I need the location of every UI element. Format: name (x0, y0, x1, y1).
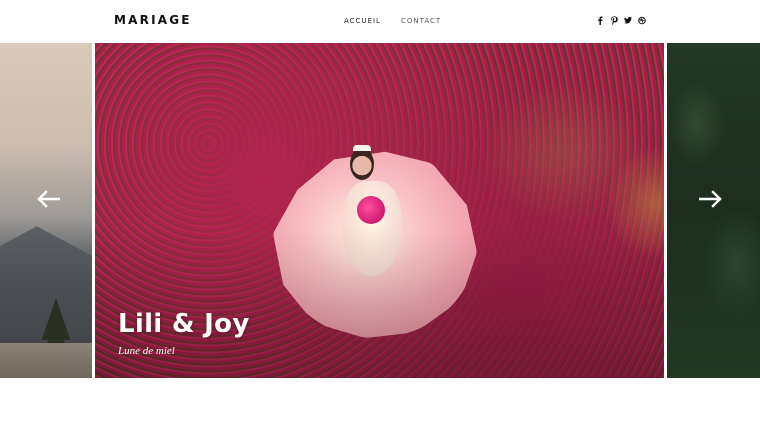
tiara-shape (353, 145, 371, 151)
main-nav: ACCUEIL CONTACT (344, 17, 441, 25)
arrow-left-icon[interactable] (36, 190, 60, 208)
nav-link-accueil[interactable]: ACCUEIL (344, 17, 381, 25)
hero-slider: Lili & Joy Lune de miel (0, 43, 760, 378)
twitter-icon[interactable] (624, 15, 632, 25)
nav-link-contact[interactable]: CONTACT (401, 17, 441, 25)
slide-next-preview[interactable] (667, 43, 760, 378)
slide-title[interactable]: Lili & Joy (118, 309, 250, 339)
pinterest-icon[interactable] (610, 15, 618, 25)
bouquet-shape (357, 196, 385, 224)
slide-previous-preview[interactable] (0, 43, 92, 378)
slide-caption: Lili & Joy Lune de miel (118, 309, 250, 357)
bride-head-shape (350, 148, 374, 180)
facebook-icon[interactable] (596, 15, 604, 25)
arrow-right-icon[interactable] (699, 190, 723, 208)
site-header: MARIAGE ACCUEIL CONTACT (0, 0, 760, 43)
dress-shape (273, 151, 477, 338)
dribbble-icon[interactable] (638, 15, 646, 25)
site-logo[interactable]: MARIAGE (114, 13, 192, 27)
bodice-shape (342, 181, 402, 276)
rocks-shape (0, 343, 92, 378)
slide-subtitle: Lune de miel (118, 345, 175, 357)
social-links (596, 15, 646, 25)
